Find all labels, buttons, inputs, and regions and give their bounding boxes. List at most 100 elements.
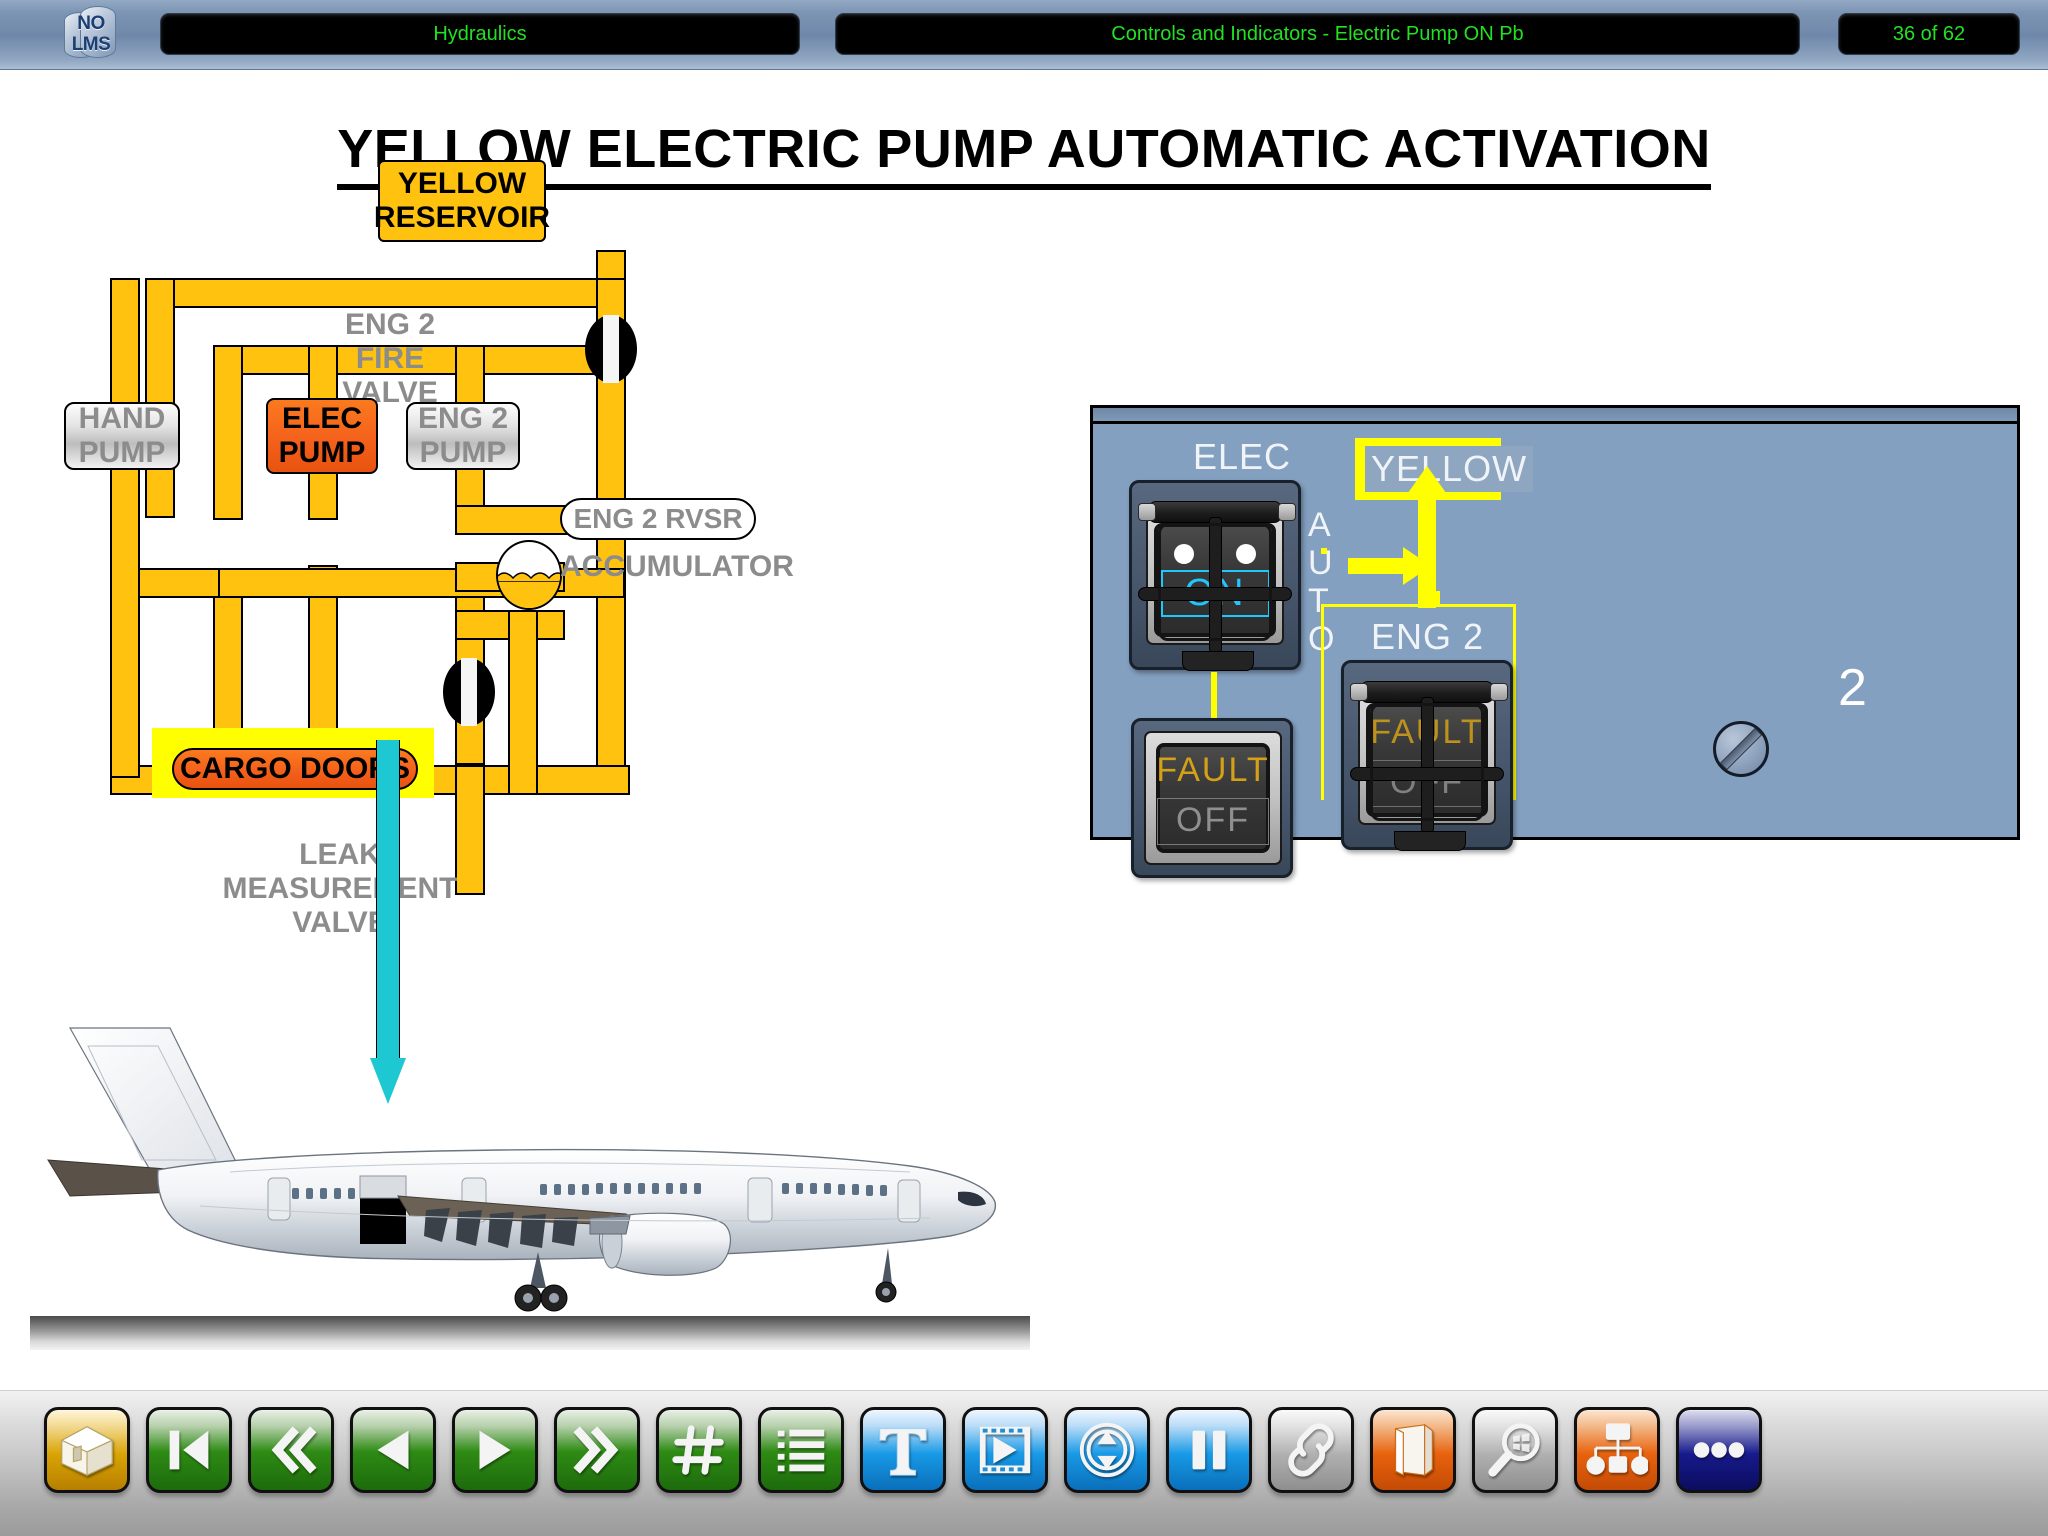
logo-text-line2: LMS	[71, 34, 111, 55]
toolbar-button-next[interactable]	[452, 1407, 538, 1493]
elec-section-label: ELEC	[1193, 436, 1292, 477]
eng2-pb-guard-box	[1370, 703, 1484, 821]
leak-valve-line1: LEAK	[299, 838, 381, 871]
magnifier-icon	[1484, 1419, 1546, 1481]
panel-number-label: 2	[1838, 659, 1867, 717]
eng2-pb-guard-pin-right	[1490, 683, 1508, 701]
auto-label-letter-a: A	[1308, 506, 1332, 544]
leak-measurement-valve-label: LEAK MEASUREMENT VALVE	[210, 838, 470, 941]
elec-pb-guard-box	[1158, 523, 1272, 641]
leak-valve-line2: MEASUREMENT	[222, 872, 458, 906]
cargo-arrow-shaft	[376, 740, 400, 1060]
toolbar-button-go-to-page[interactable]	[656, 1407, 742, 1493]
accumulator-wave-icon	[498, 572, 560, 582]
eng2-rvsr-pill: ENG 2 RVSR	[560, 498, 756, 540]
yellow-reservoir-box: YELLOW RESERVOIR	[374, 160, 550, 242]
eng2-pump-box: ENG 2 PUMP	[406, 402, 520, 470]
eng2-outline-top	[1321, 604, 1516, 607]
sitemap-icon	[1586, 1419, 1648, 1481]
toolbar-button-search[interactable]	[1472, 1407, 1558, 1493]
logo-text-line1: NO	[77, 13, 105, 34]
house-icon	[56, 1419, 118, 1481]
play-left-icon	[362, 1419, 424, 1481]
aircraft-side-view-icon	[47, 1027, 996, 1312]
accumulator-symbol	[496, 540, 562, 610]
toolbar-button-link[interactable]	[1268, 1407, 1354, 1493]
reservoir-line2: RESERVOIR	[373, 201, 551, 234]
updown-circle-icon	[1076, 1419, 1138, 1481]
cockpit-hydraulic-panel: ELEC YELLOW A U T O ENG 2 ON	[1090, 405, 2020, 878]
eng2-pump-line2: PUMP	[419, 436, 507, 469]
toolbar-button-book[interactable]	[1370, 1407, 1456, 1493]
toolbar-button-forward[interactable]	[554, 1407, 640, 1493]
eng2-rvsr-label: ENG 2 RVSR	[573, 503, 743, 534]
header-subject-bar: Hydraulics	[160, 13, 800, 55]
no-lms-logo: NO LMS	[62, 4, 120, 66]
elec-pump-pushbutton[interactable]: ON	[1129, 480, 1301, 671]
toolbar-button-sitemap[interactable]	[1574, 1407, 1660, 1493]
skip-back-icon	[158, 1419, 220, 1481]
elec-pb-guard-pin-left	[1138, 503, 1156, 521]
fire-valve-line2: FIRE	[355, 342, 425, 376]
toolbar-button-rewind[interactable]	[248, 1407, 334, 1493]
eng2-pump-pushbutton[interactable]: FAULT OFF	[1341, 660, 1513, 851]
panel-top-strip	[1093, 408, 2017, 424]
elec-pb-guard-tab	[1182, 651, 1254, 671]
logo-text: NO LMS	[62, 4, 120, 66]
fire-valve-line1: ENG 2	[344, 308, 436, 341]
toolbar-button-previous[interactable]	[350, 1407, 436, 1493]
bottom-toolbar	[0, 1390, 2048, 1536]
double-right-icon	[566, 1419, 628, 1481]
elec-fault-pushbutton[interactable]: FAULT OFF	[1131, 718, 1293, 878]
eng2-section-label: ENG 2	[1371, 616, 1485, 657]
app-header: NO LMS Hydraulics Controls and Indicator…	[0, 0, 2048, 70]
auto-label-letter-t: T	[1308, 582, 1330, 620]
hand-pump-line2: PUMP	[78, 436, 166, 469]
header-page-indicator: 36 of 62	[1838, 13, 2020, 55]
pipe-top-manifold	[145, 278, 615, 308]
toolbar-button-text[interactable]	[860, 1407, 946, 1493]
elec-pb-guard-pin-right	[1278, 503, 1296, 521]
toolbar-button-zoom-vertical[interactable]	[1064, 1407, 1150, 1493]
elec-signal-line	[1211, 672, 1217, 718]
leak-valve-line3: VALVE	[292, 906, 388, 940]
text-t-icon	[872, 1419, 934, 1481]
header-topic-bar: Controls and Indicators - Electric Pump …	[835, 13, 1800, 55]
pipe-leak-right-down	[508, 610, 538, 795]
toolbar-button-pause[interactable]	[1166, 1407, 1252, 1493]
elec-fault-legend: FAULT	[1156, 751, 1270, 789]
pause-icon	[1178, 1419, 1240, 1481]
hash-icon	[668, 1419, 730, 1481]
toolbar-button-row	[44, 1407, 1762, 1493]
leak-measurement-valve-symbol	[443, 658, 495, 726]
chain-link-icon	[1280, 1419, 1342, 1481]
elec-pump-box: ELEC PUMP	[266, 398, 378, 474]
filmstrip-icon	[974, 1419, 1036, 1481]
panel-screw-slot	[1719, 727, 1763, 771]
accumulator-fluid	[498, 578, 560, 608]
toolbar-button-home[interactable]	[44, 1407, 130, 1493]
double-left-icon	[260, 1419, 322, 1481]
aircraft-illustration	[30, 1020, 1030, 1350]
play-right-icon	[464, 1419, 526, 1481]
accumulator-label: ACCUMULATOR	[560, 550, 794, 583]
toolbar-button-first-page[interactable]	[146, 1407, 232, 1493]
ellipsis-icon	[1688, 1419, 1750, 1481]
eng2-fire-valve-label: ENG 2 FIRE VALVE	[290, 308, 490, 411]
pipe-handpump-riser	[213, 345, 243, 520]
toolbar-button-table-of-contents[interactable]	[758, 1407, 844, 1493]
pipe-far-left	[110, 278, 140, 778]
pipe-left-riser	[145, 278, 175, 518]
eng2-outline-spacer	[1321, 548, 1327, 554]
toolbar-button-video[interactable]	[962, 1407, 1048, 1493]
list-icon	[770, 1419, 832, 1481]
yellow-riser-arrowhead	[1403, 466, 1451, 500]
eng2-outline-right	[1513, 604, 1516, 800]
elec-off-legend: OFF	[1157, 798, 1269, 845]
hand-pump-line1: HAND	[78, 402, 166, 436]
toolbar-button-more[interactable]	[1676, 1407, 1762, 1493]
reservoir-line1: YELLOW	[397, 167, 527, 201]
page-title: YELLOW ELECTRIC PUMP AUTOMATIC ACTIVATIO…	[0, 118, 2048, 190]
eng2-outline-left	[1321, 604, 1324, 800]
ground-strip	[30, 1316, 1030, 1350]
